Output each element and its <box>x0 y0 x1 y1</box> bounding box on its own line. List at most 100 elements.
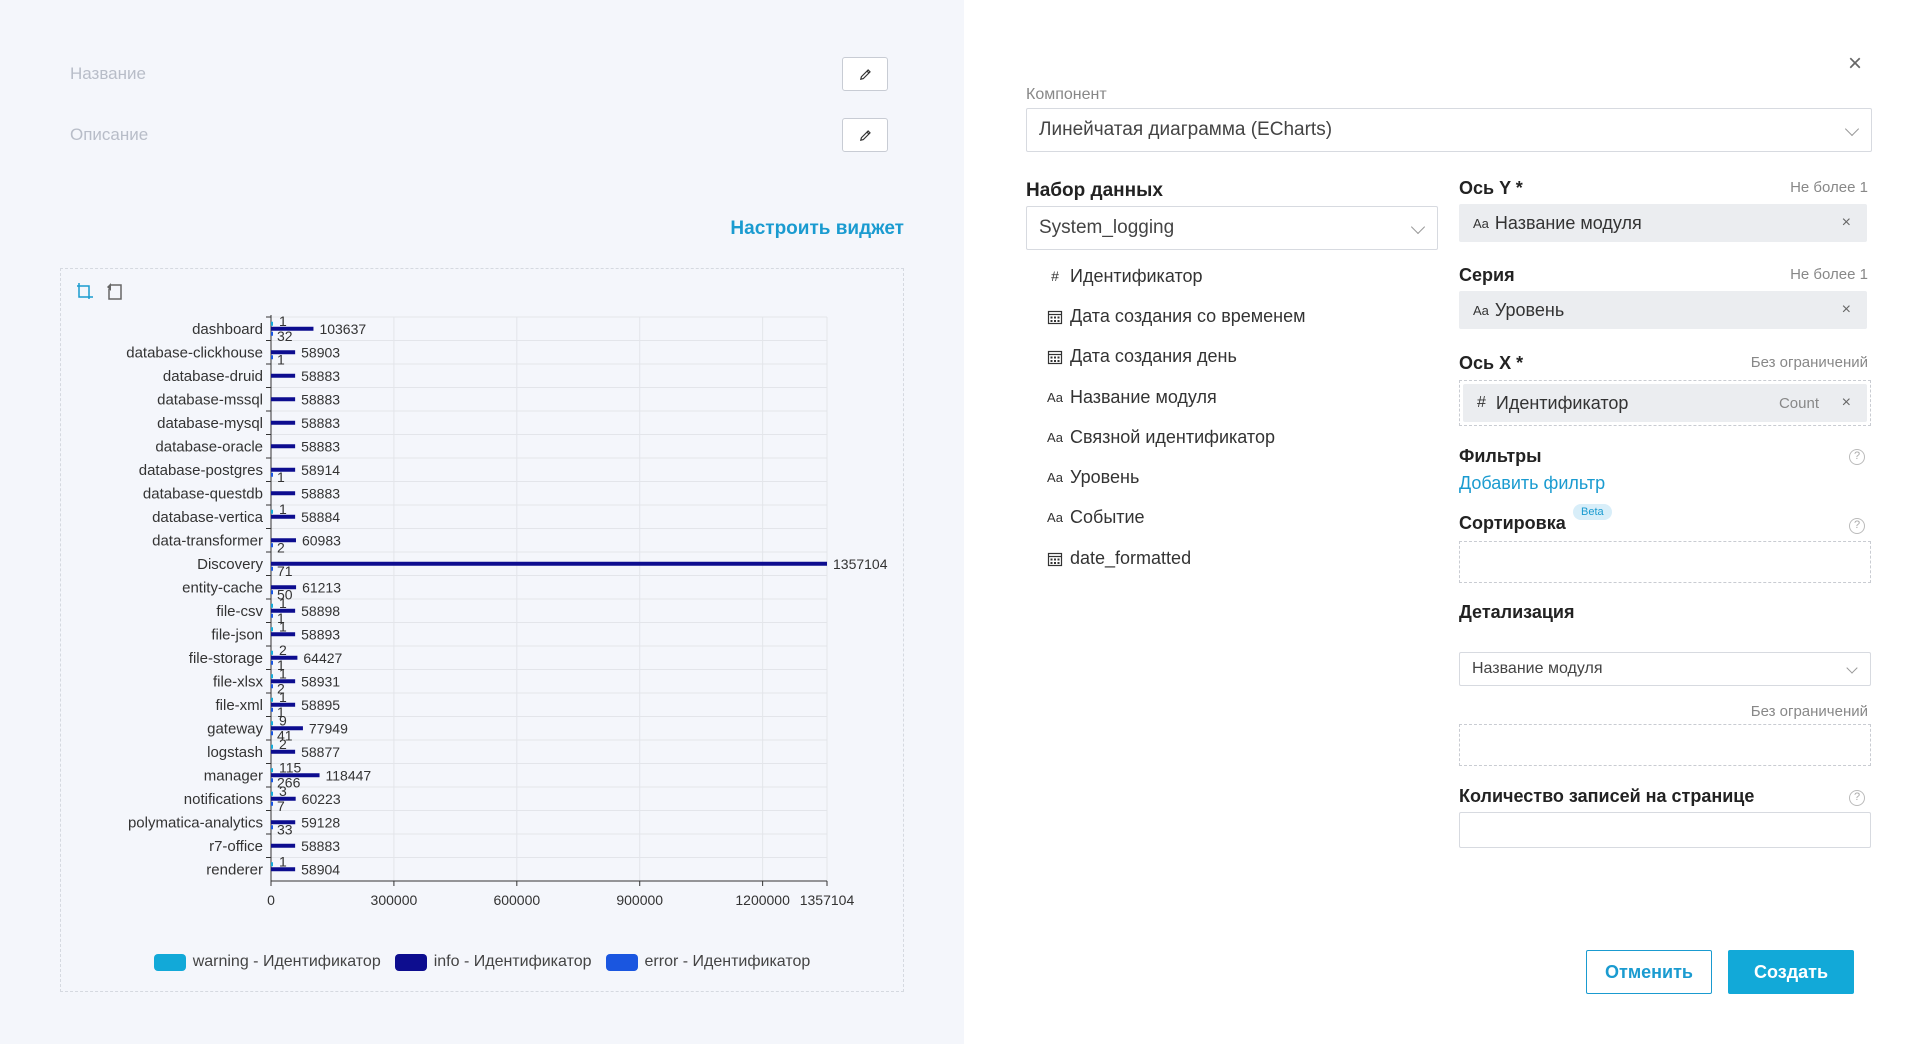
bar <box>271 509 273 514</box>
detail-select[interactable]: Название модуля <box>1459 652 1871 686</box>
field-item[interactable]: Дата создания день <box>1044 337 1306 377</box>
data-label: 1 <box>279 501 287 517</box>
x-axis-chip[interactable]: # Идентификатор Count × <box>1463 384 1867 422</box>
data-label: 9 <box>279 712 287 728</box>
add-filter-link[interactable]: Добавить фильтр <box>1459 473 1605 494</box>
y-tick-label: notifications <box>184 791 263 808</box>
field-label: date_formatted <box>1070 547 1192 568</box>
field-item[interactable]: Aa Событие <box>1044 498 1306 538</box>
beta-badge: Beta <box>1573 504 1612 520</box>
field-item[interactable]: Aa Название модуля <box>1044 377 1306 417</box>
aggregation-label[interactable]: Count <box>1779 395 1819 412</box>
remove-icon[interactable]: × <box>1842 214 1851 232</box>
x-tick-label: 1357104 <box>800 892 855 908</box>
field-item[interactable]: # Идентификатор <box>1044 256 1306 296</box>
edit-description-button[interactable] <box>842 118 888 152</box>
data-label: 2 <box>279 642 287 658</box>
page-size-input[interactable] <box>1459 812 1871 848</box>
help-icon[interactable]: ? <box>1849 790 1865 806</box>
y-tick-label: database-postgres <box>139 462 263 479</box>
create-button[interactable]: Создать <box>1728 950 1854 994</box>
y-axis-limit: Не более 1 <box>1790 179 1868 196</box>
y-tick-label: data-transformer <box>152 532 263 549</box>
chevron-down-icon <box>1410 219 1426 235</box>
widget-preview-panel: Название Описание Настроить виджет 0 3000… <box>0 0 964 1044</box>
legend-swatch <box>394 953 427 971</box>
pencil-icon <box>859 129 871 141</box>
field-label: Дата создания со временем <box>1070 305 1306 326</box>
y-axis-title: Ось Y * <box>1459 178 1523 198</box>
bar <box>271 561 827 566</box>
legend-item-info[interactable]: info - Идентификатор <box>394 953 592 971</box>
field-item[interactable]: Дата создания со временем <box>1044 296 1306 336</box>
legend-item-warning[interactable]: warning - Идентификатор <box>153 953 381 971</box>
field-label: Дата создания день <box>1070 346 1237 367</box>
y-tick-label: file-csv <box>216 603 263 620</box>
y-tick-label: file-json <box>211 626 263 643</box>
bar <box>271 749 296 754</box>
data-label: 7 <box>277 798 285 814</box>
bar <box>271 778 273 783</box>
y-tick-label: Discovery <box>197 556 263 573</box>
y-tick-label: gateway <box>207 720 263 737</box>
series-chip[interactable]: Aa Уровень × <box>1459 291 1867 329</box>
legend-item-error[interactable]: error - Идентификатор <box>605 953 810 971</box>
zoom-select-icon[interactable] <box>75 281 95 301</box>
legend-swatch <box>605 953 638 971</box>
remove-icon[interactable]: × <box>1842 394 1851 412</box>
bar <box>271 444 296 449</box>
data-label: 58877 <box>301 744 340 760</box>
data-label: 118447 <box>326 767 372 783</box>
detail-title: Детализация <box>1459 602 1575 622</box>
sorting-title: Сортировка <box>1459 513 1566 533</box>
bar <box>271 373 296 378</box>
zoom-reset-icon[interactable] <box>105 281 125 301</box>
bar <box>271 867 296 872</box>
data-label: 33 <box>277 821 293 837</box>
field-item[interactable]: Aa Уровень <box>1044 457 1306 497</box>
bar <box>271 627 273 632</box>
data-label: 58904 <box>301 861 340 877</box>
dataset-field-list: # Идентификатор Дата создания со времене… <box>1044 256 1306 578</box>
text-type-icon: Aa <box>1047 510 1063 526</box>
chart-container: 0 300000 600000 900000 1200000 1357104 dashboa… <box>60 268 904 992</box>
bar <box>271 660 273 665</box>
bar <box>271 768 273 773</box>
y-axis-chip[interactable]: Aa Название модуля × <box>1459 204 1867 242</box>
filters-title: Фильтры <box>1459 446 1542 466</box>
data-label: 2 <box>279 736 287 752</box>
dataset-select[interactable]: System_logging <box>1026 206 1438 250</box>
data-label: 58883 <box>301 438 340 454</box>
remove-icon[interactable]: × <box>1842 301 1851 319</box>
bar <box>271 791 273 796</box>
sorting-dropzone[interactable] <box>1459 541 1871 583</box>
field-item[interactable]: Aa Связной идентификатор <box>1044 417 1306 457</box>
y-tick-label: database-mssql <box>157 391 263 408</box>
x-tick-label: 900000 <box>616 892 663 908</box>
data-label: 58914 <box>301 462 340 478</box>
configure-widget-link[interactable]: Настроить виджет <box>660 218 904 240</box>
y-tick-label: renderer <box>206 861 263 878</box>
cancel-button[interactable]: Отменить <box>1586 950 1712 994</box>
data-label: 115 <box>279 759 302 775</box>
y-tick-label: logstash <box>207 744 263 761</box>
help-icon[interactable]: ? <box>1849 518 1865 534</box>
bar <box>271 650 273 655</box>
help-icon[interactable]: ? <box>1849 449 1865 465</box>
y-tick-label: database-druid <box>163 368 263 385</box>
bar <box>271 566 273 571</box>
x-tick-label: 1200000 <box>735 892 790 908</box>
bar <box>271 731 273 736</box>
data-label: 71 <box>277 563 293 579</box>
edit-name-button[interactable] <box>842 57 888 91</box>
close-icon[interactable]: × <box>1848 52 1862 76</box>
y-tick-label: manager <box>204 767 263 784</box>
detail-dropzone[interactable] <box>1459 724 1871 766</box>
bar <box>271 721 273 726</box>
text-type-icon: Aa <box>1047 389 1063 405</box>
bar <box>271 632 296 637</box>
field-item[interactable]: date_formatted <box>1044 538 1306 578</box>
component-select[interactable]: Линейчатая диаграмма (ECharts) <box>1026 108 1872 152</box>
detail-limit: Без ограничений <box>1750 703 1868 720</box>
field-label: Уровень <box>1070 467 1140 488</box>
